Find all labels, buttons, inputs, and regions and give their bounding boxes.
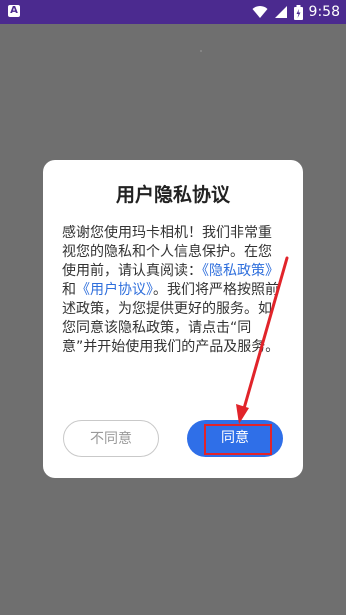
dialog-body: 感谢您使用玛卡相机！我们非常重视您的隐私和个人信息保护。在您使用前，请认真阅读：… [62, 224, 284, 357]
user-agreement-link[interactable]: 《用户协议》 [76, 282, 153, 298]
annotation-highlight-box [204, 424, 272, 455]
status-indicators: 9:58 [252, 0, 340, 24]
app-notification-icon: A [8, 5, 20, 17]
status-time: 9:58 [308, 4, 340, 20]
privacy-policy-link[interactable]: 《隐私政策》 [202, 263, 279, 279]
disagree-button[interactable]: 不同意 [63, 420, 159, 457]
privacy-dialog: 用户隐私协议 感谢您使用玛卡相机！我们非常重视您的隐私和个人信息保护。在您使用前… [43, 160, 303, 478]
battery-icon [293, 4, 303, 20]
dialog-title: 用户隐私协议 [115, 184, 230, 206]
status-bar: A 9:58 [0, 0, 346, 24]
background-dot [200, 50, 202, 52]
and-text: 和 [62, 282, 76, 298]
cellular-signal-icon [274, 6, 287, 18]
wifi-icon [252, 6, 268, 19]
